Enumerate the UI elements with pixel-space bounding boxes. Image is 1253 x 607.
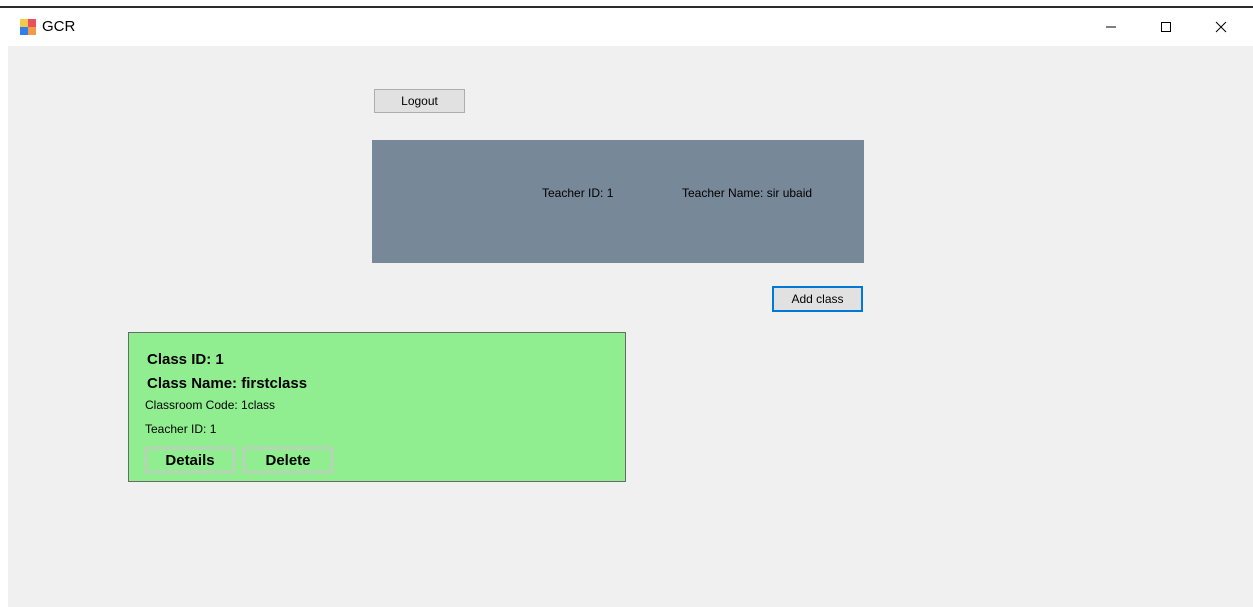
minimize-icon bbox=[1106, 26, 1116, 28]
app-icon bbox=[20, 19, 36, 35]
teacher-id-label: Teacher ID: 1 bbox=[542, 186, 614, 200]
class-teacher-id-label: Teacher ID: 1 bbox=[145, 422, 217, 436]
client-area: Logout Teacher ID: 1 Teacher Name: sir u… bbox=[8, 46, 1253, 607]
add-class-button[interactable]: Add class bbox=[772, 286, 863, 312]
close-icon bbox=[1215, 21, 1227, 33]
window-title: GCR bbox=[42, 18, 76, 35]
delete-button[interactable]: Delete bbox=[243, 447, 333, 473]
class-name-label: Class Name: firstclass bbox=[147, 375, 308, 392]
close-button[interactable] bbox=[1198, 8, 1244, 46]
teacher-name-label: Teacher Name: sir ubaid bbox=[682, 186, 813, 200]
class-id-label: Class ID: 1 bbox=[147, 351, 224, 368]
maximize-button[interactable] bbox=[1143, 8, 1189, 46]
app-window: GCR Logout Teacher ID: 1 Teacher Name: s… bbox=[0, 0, 1253, 607]
logout-button[interactable]: Logout bbox=[374, 89, 465, 113]
title-bar[interactable]: GCR bbox=[0, 8, 1253, 46]
classroom-code-label: Classroom Code: 1class bbox=[145, 398, 276, 412]
details-button[interactable]: Details bbox=[145, 447, 235, 473]
maximize-icon bbox=[1161, 22, 1171, 32]
minimize-button[interactable] bbox=[1088, 8, 1134, 46]
teacher-info-panel: Teacher ID: 1 Teacher Name: sir ubaid bbox=[372, 140, 864, 263]
class-card: Class ID: 1 Class Name: firstclass Class… bbox=[128, 332, 626, 482]
